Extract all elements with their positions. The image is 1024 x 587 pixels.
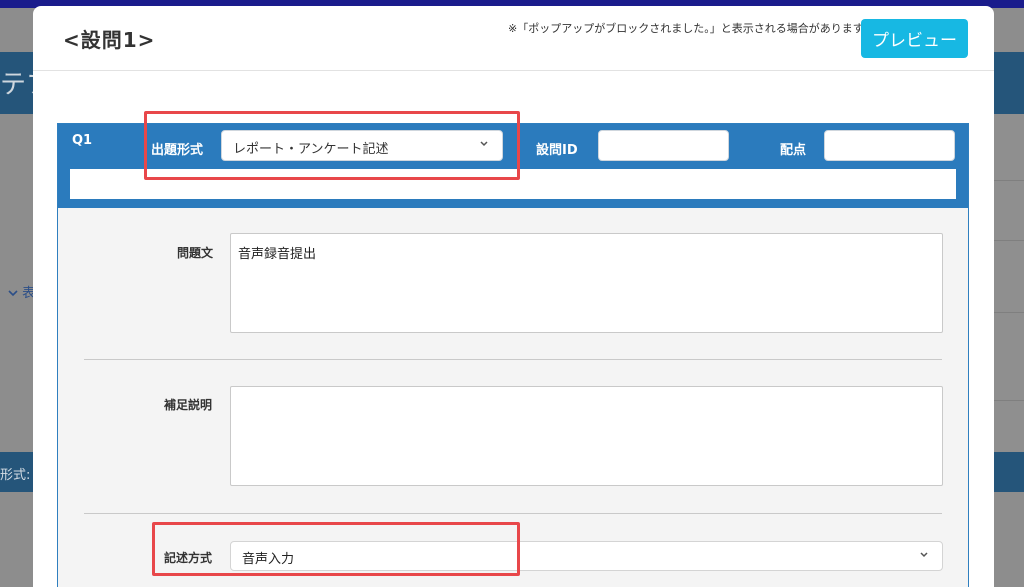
supplement-label: 補足説明 bbox=[164, 398, 213, 412]
popup-blocked-note: ※「ポップアップがブロックされました。」と表示される場合があります。 bbox=[508, 22, 874, 35]
question-body-label: 問題文 bbox=[177, 246, 214, 260]
chevron-down-icon bbox=[8, 290, 18, 297]
question-card: Q1 出題形式 レポート・アンケート記述 設問ID 配点 問題文 音声録音提出 … bbox=[57, 123, 969, 587]
background-divider bbox=[994, 180, 1024, 181]
modal-header: <設問1> ※「ポップアップがブロックされました。」と表示される場合があります。… bbox=[33, 6, 994, 71]
chevron-down-icon bbox=[480, 141, 488, 147]
preview-button[interactable]: プレビュー bbox=[861, 19, 968, 58]
question-body-textarea[interactable]: 音声録音提出 bbox=[230, 233, 943, 333]
question-header-subfield[interactable] bbox=[70, 169, 956, 199]
section-divider bbox=[84, 359, 942, 360]
question-body-value: 音声録音提出 bbox=[238, 247, 317, 262]
question-number: Q1 bbox=[72, 133, 93, 148]
question-id-input[interactable] bbox=[598, 130, 729, 161]
answer-method-label: 記述方式 bbox=[164, 551, 213, 565]
background-divider bbox=[994, 312, 1024, 313]
supplement-textarea[interactable] bbox=[230, 386, 943, 486]
background-right-strip bbox=[994, 114, 1024, 452]
background-divider bbox=[994, 400, 1024, 401]
answer-method-select[interactable]: 音声入力 bbox=[230, 541, 943, 571]
question-edit-modal: <設問1> ※「ポップアップがブロックされました。」と表示される場合があります。… bbox=[33, 6, 994, 587]
question-id-label: 設問ID bbox=[536, 143, 578, 158]
section-divider bbox=[84, 513, 942, 514]
question-type-select[interactable]: レポート・アンケート記述 bbox=[221, 130, 503, 161]
score-label: 配点 bbox=[780, 143, 807, 158]
question-type-value: レポート・アンケート記述 bbox=[233, 142, 389, 157]
background-divider bbox=[994, 240, 1024, 241]
background-section-label: 形式: bbox=[0, 468, 31, 483]
chevron-down-icon bbox=[920, 552, 928, 558]
question-type-label: 出題形式 bbox=[151, 143, 204, 158]
background-expand-link: 表 bbox=[8, 282, 35, 301]
score-input[interactable] bbox=[824, 130, 955, 161]
question-header: Q1 出題形式 レポート・アンケート記述 設問ID 配点 bbox=[58, 124, 968, 208]
modal-title: <設問1> bbox=[63, 28, 156, 52]
answer-method-value: 音声入力 bbox=[242, 552, 295, 567]
